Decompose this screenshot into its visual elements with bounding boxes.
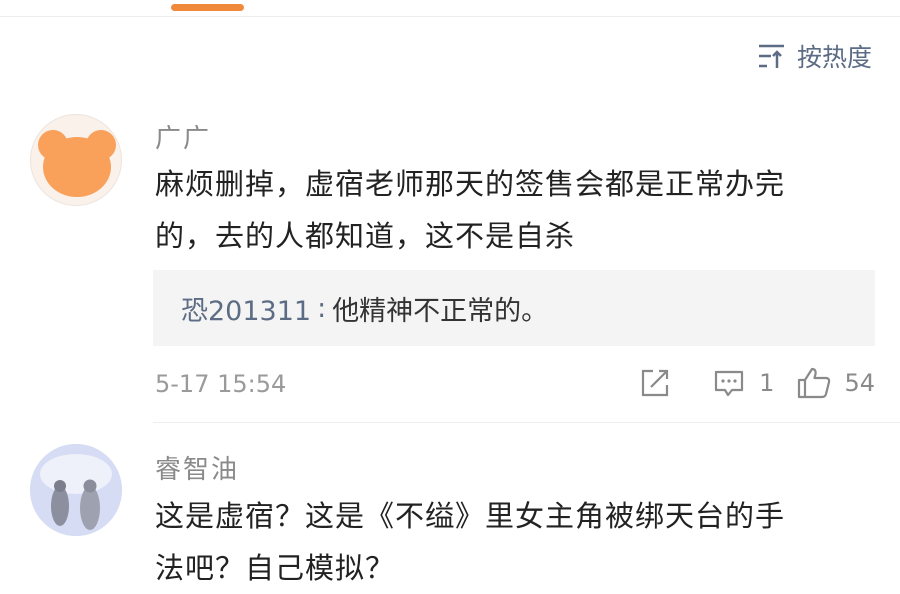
comment-timestamp: 5-17 15:54 [155,370,287,398]
sort-icon [757,43,787,69]
share-button[interactable] [639,367,671,399]
comment-text: 麻烦删掉，虚宿老师那天的签售会都是正常办完 的，去的人都知道，这不是自杀 [155,158,865,262]
comment-text-line: 这是虚宿？这是《不缢》里女主角被绑天台的手 [155,499,786,533]
sort-by-hot-button[interactable]: 按热度 [757,38,872,74]
reply-count: 1 [759,369,775,397]
comment-text: 这是虚宿？这是《不缢》里女主角被绑天台的手 法吧？自己模拟？ [155,490,865,594]
avatar[interactable] [30,444,122,536]
comment-author[interactable]: 广广 [155,118,211,155]
comment-reply-button[interactable]: 1 [713,367,774,399]
reply-separator: : [317,292,327,324]
comment-icon [715,370,744,397]
active-tab-indicator [171,4,244,11]
bear-avatar-icon [38,130,116,197]
top-divider [0,16,900,17]
comment-divider [153,422,900,423]
comment-text-line: 法吧？自己模拟？ [155,551,396,585]
reply-username[interactable]: 恐201311 [181,289,311,328]
sort-label: 按热度 [796,43,872,72]
reply-preview[interactable]: 恐201311 : 他精神不正常的。 [153,270,875,346]
thumbs-up-icon [798,367,831,399]
avatar[interactable] [30,114,122,206]
reply-text: 他精神不正常的。 [332,295,549,327]
comment-actions: 1 54 [639,366,875,400]
comment-author[interactable]: 睿智油 [155,449,239,486]
like-count: 54 [844,369,875,397]
comment-text-line: 麻烦删掉，虚宿老师那天的签售会都是正常办完 [155,167,786,201]
user-photo-icon [30,444,122,536]
like-button[interactable]: 54 [796,366,875,400]
share-icon [642,369,669,397]
comment-text-line: 的，去的人都知道，这不是自杀 [155,219,576,253]
